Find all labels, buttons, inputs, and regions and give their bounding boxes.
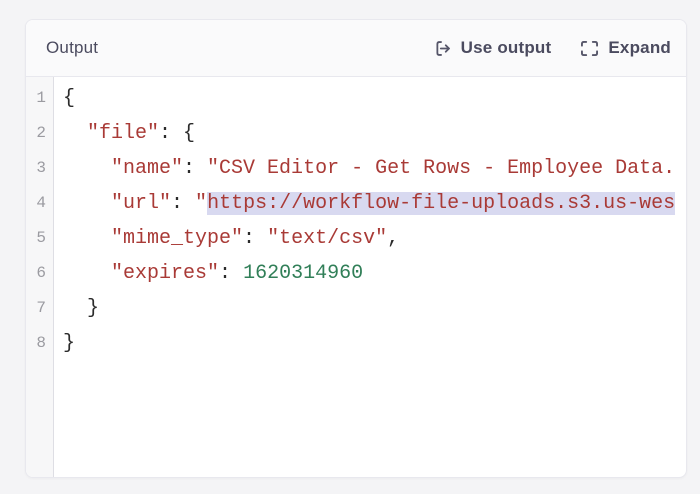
expand-icon	[580, 40, 599, 57]
line-number: 1	[26, 81, 46, 116]
code-line[interactable]: "url": "https://workflow-file-uploads.s3…	[63, 186, 686, 221]
code-token: "	[195, 192, 207, 215]
code-token: ,	[387, 227, 399, 250]
code-token: "url"	[111, 192, 171, 215]
panel-title: Output	[46, 38, 98, 58]
code-line[interactable]: "file": {	[63, 116, 686, 151]
line-number: 8	[26, 326, 46, 361]
code-token: :	[243, 227, 267, 250]
code-token	[63, 192, 111, 215]
code-token	[63, 262, 111, 285]
line-number: 3	[26, 151, 46, 186]
code-token: "name"	[111, 157, 183, 180]
use-output-button[interactable]: Use output	[433, 38, 552, 58]
code-line[interactable]: "name": "CSV Editor - Get Rows - Employe…	[63, 151, 686, 186]
code-token: "expires"	[111, 262, 219, 285]
code-line[interactable]: }	[63, 291, 686, 326]
code-token: {	[63, 87, 75, 110]
code-editor[interactable]: 12345678 { "file": { "name": "CSV Editor…	[26, 77, 686, 477]
line-number: 6	[26, 256, 46, 291]
code-line[interactable]: "expires": 1620314960	[63, 256, 686, 291]
code-token	[63, 122, 87, 145]
line-number: 2	[26, 116, 46, 151]
output-panel: Output Use output	[25, 19, 687, 478]
code-token: :	[219, 262, 243, 285]
code-token: }	[63, 332, 75, 355]
code-token: "file"	[87, 122, 159, 145]
code-token: 1620314960	[243, 262, 363, 285]
expand-label: Expand	[608, 38, 671, 58]
code-token: "text/csv"	[267, 227, 387, 250]
line-number: 7	[26, 291, 46, 326]
code-token	[63, 297, 87, 320]
line-number: 5	[26, 221, 46, 256]
code-line[interactable]: "mime_type": "text/csv",	[63, 221, 686, 256]
code-token	[63, 227, 111, 250]
code-token: }	[87, 297, 99, 320]
code-token: :	[171, 192, 195, 215]
highlighted-url-text: https://workflow-file-uploads.s3.us-wes	[207, 192, 675, 215]
panel-header: Output Use output	[26, 20, 686, 77]
code-token: : {	[159, 122, 195, 145]
line-number: 4	[26, 186, 46, 221]
code-token: "CSV Editor - Get Rows - Employee Data.	[207, 157, 675, 180]
header-actions: Use output Expand	[433, 38, 671, 58]
code-token	[63, 157, 111, 180]
expand-button[interactable]: Expand	[580, 38, 671, 58]
code-line[interactable]: {	[63, 81, 686, 116]
line-number-gutter: 12345678	[26, 77, 54, 477]
code-token: :	[183, 157, 207, 180]
use-output-icon	[433, 39, 452, 58]
code-line[interactable]: }	[63, 326, 686, 361]
code-lines[interactable]: { "file": { "name": "CSV Editor - Get Ro…	[54, 77, 686, 477]
use-output-label: Use output	[461, 38, 552, 58]
code-token: "mime_type"	[111, 227, 243, 250]
